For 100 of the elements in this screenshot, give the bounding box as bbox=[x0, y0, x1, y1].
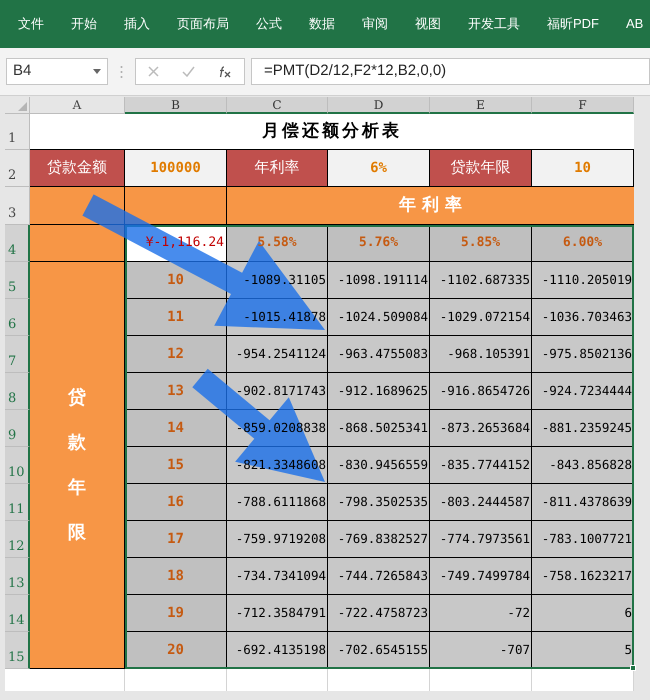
parameter-value: 10 bbox=[532, 150, 634, 187]
ribbon-tab[interactable]: 开始 bbox=[71, 14, 97, 34]
payment-cell: -975.8502136 bbox=[532, 336, 634, 373]
row-header[interactable]: 1 bbox=[5, 114, 30, 150]
formula-input[interactable]: =PMT(D2/12,F2*12,B2,0,0) bbox=[251, 58, 650, 85]
years-cell: 17 bbox=[125, 521, 227, 558]
ribbon-tab[interactable]: 福昕PDF bbox=[547, 14, 599, 34]
payment-cell: -1029.072154 bbox=[430, 299, 532, 336]
column-header[interactable]: C bbox=[227, 97, 328, 114]
rate-header: 年 利 率 bbox=[227, 187, 634, 225]
function-icon[interactable] bbox=[218, 66, 232, 78]
select-all-corner[interactable] bbox=[5, 97, 30, 114]
payment-cell: -1110.205019 bbox=[532, 262, 634, 299]
close-icon[interactable] bbox=[148, 66, 159, 77]
payment-cell: -749.7499784 bbox=[430, 558, 532, 595]
row-header[interactable]: 6 bbox=[5, 299, 30, 336]
row-header[interactable]: 4 bbox=[5, 225, 30, 262]
payment-cell: -916.8654726 bbox=[430, 373, 532, 410]
row-header[interactable]: 13 bbox=[5, 558, 30, 595]
payment-cell: -72 bbox=[430, 595, 532, 632]
row-header[interactable]: 5 bbox=[5, 262, 30, 299]
payment-cell: -1036.703463 bbox=[532, 299, 634, 336]
corner-triangle-icon bbox=[18, 102, 27, 111]
name-box[interactable]: B4 bbox=[6, 58, 108, 85]
payment-cell: -769.8382527 bbox=[328, 521, 430, 558]
payment-cell: -881.2359245 bbox=[532, 410, 634, 447]
payment-cell: -811.4378639 bbox=[532, 484, 634, 521]
ribbon-tab[interactable]: 视图 bbox=[415, 14, 441, 34]
row-header[interactable]: 3 bbox=[5, 187, 30, 225]
payment-cell: -788.6111868 bbox=[227, 484, 328, 521]
payment-cell: -963.4755083 bbox=[328, 336, 430, 373]
ribbon-tab[interactable]: 数据 bbox=[309, 14, 335, 34]
payment-cell: -774.7973561 bbox=[430, 521, 532, 558]
ribbon-tab[interactable]: 页面布局 bbox=[177, 14, 229, 34]
years-cell: 16 bbox=[125, 484, 227, 521]
payment-cell: 6 bbox=[532, 595, 634, 632]
row-header[interactable]: 9 bbox=[5, 410, 30, 447]
payment-cell: -968.105391 bbox=[430, 336, 532, 373]
ribbon-tab[interactable]: AB bbox=[626, 14, 644, 34]
payment-cell: -759.9719208 bbox=[227, 521, 328, 558]
years-cell: 12 bbox=[125, 336, 227, 373]
row-header[interactable]: 2 bbox=[5, 150, 30, 187]
row-header[interactable]: 10 bbox=[5, 447, 30, 484]
cell-reference: B4 bbox=[13, 61, 32, 82]
ribbon-tab[interactable]: 审阅 bbox=[362, 14, 388, 34]
dropdown-caret-icon bbox=[93, 69, 101, 74]
payment-cell: -707 bbox=[430, 632, 532, 669]
payment-cell: -758.1623217 bbox=[532, 558, 634, 595]
payment-cell: -868.5025341 bbox=[328, 410, 430, 447]
rate-cell: 6.00% bbox=[532, 225, 634, 262]
parameter-label: 年利率 bbox=[227, 150, 328, 187]
payment-cell: -712.3584791 bbox=[227, 595, 328, 632]
parameter-value: 6% bbox=[328, 150, 430, 187]
column-header[interactable]: A bbox=[30, 97, 125, 114]
row-header[interactable]: 8 bbox=[5, 373, 30, 410]
column-header[interactable]: D bbox=[328, 97, 430, 114]
parameter-label: 贷款年限 bbox=[430, 150, 532, 187]
payment-cell: -835.7744152 bbox=[430, 447, 532, 484]
years-cell: 20 bbox=[125, 632, 227, 669]
payment-cell: -702.6545155 bbox=[328, 632, 430, 669]
parameter-value: 100000 bbox=[125, 150, 227, 187]
payment-cell: -798.3502535 bbox=[328, 484, 430, 521]
payment-cell: 5 bbox=[532, 632, 634, 669]
payment-cell: -1102.687335 bbox=[430, 262, 532, 299]
payment-cell: -722.4758723 bbox=[328, 595, 430, 632]
years-cell: 14 bbox=[125, 410, 227, 447]
check-icon[interactable] bbox=[182, 66, 195, 77]
payment-cell: -830.9456559 bbox=[328, 447, 430, 484]
rate-cell: 5.85% bbox=[430, 225, 532, 262]
column-header[interactable]: E bbox=[430, 97, 532, 114]
formula-text: =PMT(D2/12,F2*12,B2,0,0) bbox=[264, 61, 446, 82]
years-label: 贷款年限 bbox=[68, 386, 86, 545]
ribbon-tab[interactable]: 公式 bbox=[256, 14, 282, 34]
ribbon-tab[interactable]: 插入 bbox=[124, 14, 150, 34]
years-cell: 11 bbox=[125, 299, 227, 336]
payment-cell: -783.1007721 bbox=[532, 521, 634, 558]
column-header[interactable]: F bbox=[532, 97, 634, 114]
drag-handle-icon[interactable] bbox=[120, 64, 123, 78]
row-header[interactable]: 15 bbox=[5, 632, 30, 669]
rate-cell: 5.76% bbox=[328, 225, 430, 262]
row-header[interactable]: 7 bbox=[5, 336, 30, 373]
payment-cell: -1024.509084 bbox=[328, 299, 430, 336]
payment-cell: -744.7265843 bbox=[328, 558, 430, 595]
row-header[interactable]: 14 bbox=[5, 595, 30, 632]
ribbon-tab[interactable]: 文件 bbox=[18, 14, 44, 34]
payment-cell: -843.856828 bbox=[532, 447, 634, 484]
row-header[interactable]: 11 bbox=[5, 484, 30, 521]
payment-cell: -1098.191114 bbox=[328, 262, 430, 299]
payment-cell: -803.2444587 bbox=[430, 484, 532, 521]
payment-cell: -912.1689625 bbox=[328, 373, 430, 410]
column-header[interactable]: B bbox=[125, 97, 227, 114]
payment-cell: -873.2653684 bbox=[430, 410, 532, 447]
ribbon-tab[interactable]: 开发工具 bbox=[468, 14, 520, 34]
years-cell: 19 bbox=[125, 595, 227, 632]
payment-cell: -954.2541124 bbox=[227, 336, 328, 373]
parameter-label: 贷款金额 bbox=[30, 150, 125, 187]
row-header[interactable]: 12 bbox=[5, 521, 30, 558]
years-cell: 18 bbox=[125, 558, 227, 595]
years-cell: 15 bbox=[125, 447, 227, 484]
payment-cell: -924.7234444 bbox=[532, 373, 634, 410]
